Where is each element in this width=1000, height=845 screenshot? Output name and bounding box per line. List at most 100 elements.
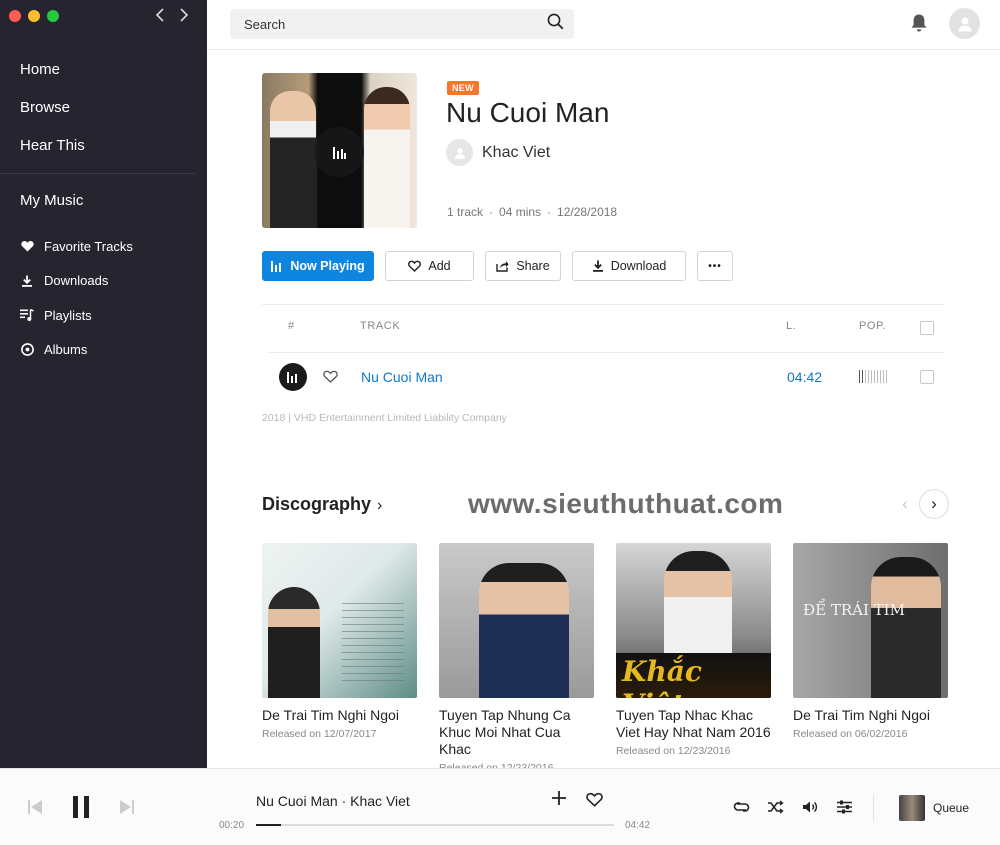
forward-arrow-icon[interactable] [179, 6, 189, 27]
more-options-button[interactable]: ••• [697, 251, 733, 281]
artist-avatar[interactable] [446, 139, 473, 166]
release-date: 12/28/2018 [557, 205, 618, 219]
track-count: 1 track [447, 205, 484, 219]
playlist-icon [20, 308, 34, 322]
heart-icon [20, 239, 34, 253]
table-row[interactable]: Nu Cuoi Man 04:42 [262, 362, 944, 392]
add-button[interactable]: Add [385, 251, 474, 281]
track-length: 04:42 [787, 369, 823, 385]
sidebar-item-label: Albums [44, 342, 88, 358]
album-card[interactable]: Tuyen Tap Nhung Ca Khuc Moi Nhat Cua Kha… [439, 543, 594, 774]
main-nav: Home Browse Hear This [20, 60, 85, 174]
close-window-button[interactable] [9, 10, 21, 22]
discography-list: De Trai Tim Nghi Ngoi Released on 12/07/… [262, 543, 948, 774]
select-all-checkbox[interactable] [920, 321, 934, 335]
search-input[interactable] [244, 16, 547, 32]
art-tracklist [342, 603, 404, 683]
copyright-text: 2018 | VHD Entertainment Limited Liabili… [262, 412, 507, 424]
column-header-popularity[interactable]: POP. [859, 320, 886, 332]
watermark: www.sieuthuthuat.com [468, 488, 784, 519]
album-card-release: Released on 06/02/2016 [793, 728, 908, 740]
album-art[interactable] [262, 543, 417, 698]
player-divider [873, 795, 874, 821]
add-to-playlist-icon[interactable] [551, 790, 567, 811]
player-track-title[interactable]: Nu Cuoi Man · Khac Viet [256, 793, 410, 809]
artist-row[interactable]: Khac Viet [446, 139, 550, 166]
sidebar-divider [0, 173, 195, 174]
favorite-heart-icon[interactable] [586, 792, 603, 812]
album-card-title[interactable]: Tuyen Tap Nhac Khac Viet Hay Nhat Nam 20… [616, 707, 771, 741]
sidebar-item-label: Playlists [44, 307, 92, 323]
favorite-track-heart-icon[interactable] [323, 370, 338, 388]
progress-bar[interactable] [256, 824, 614, 826]
column-header-track[interactable]: TRACK [360, 320, 400, 332]
album-meta: 1 track · 04 mins · 12/28/2018 [447, 205, 618, 219]
album-card-title[interactable]: De Trai Tim Nghi Ngoi [793, 707, 948, 724]
nav-item-hear-this[interactable]: Hear This [20, 136, 85, 174]
notification-bell-icon[interactable] [910, 13, 928, 38]
art-figure [664, 551, 732, 661]
album-art[interactable]: Khắc Việt [616, 543, 771, 698]
back-arrow-icon[interactable] [155, 6, 165, 27]
popularity-bar [859, 370, 887, 383]
album-card[interactable]: ĐỂ TRÁI TIM De Trai Tim Nghi Ngoi Releas… [793, 543, 948, 774]
sidebar-item-label: Favorite Tracks [44, 238, 133, 254]
chevron-right-icon: › [377, 497, 383, 514]
sidebar-item-label: Downloads [44, 273, 109, 289]
album-card-release: Released on 12/23/2016 [616, 745, 731, 757]
shuffle-icon[interactable] [767, 800, 784, 819]
queue-thumbnail[interactable] [899, 795, 925, 821]
nav-item-browse[interactable]: Browse [20, 98, 85, 136]
user-icon [454, 147, 465, 159]
album-cover[interactable] [262, 73, 417, 228]
user-icon [958, 16, 971, 31]
search-icon[interactable] [547, 13, 564, 35]
track-select-checkbox[interactable] [920, 370, 934, 384]
track-duration: 04:42 [625, 820, 651, 831]
track-title[interactable]: Nu Cuoi Man [361, 369, 443, 385]
sidebar-item-playlists[interactable]: Playlists [20, 298, 133, 333]
album-card[interactable]: Khắc Việt Tuyen Tap Nhac Khac Viet Hay N… [616, 543, 771, 774]
next-track-icon[interactable] [119, 799, 135, 820]
discography-heading[interactable]: Discography › [262, 494, 382, 515]
album-title: Nu Cuoi Man [446, 97, 610, 128]
carousel-next-button[interactable]: › [919, 489, 949, 519]
album-card-title[interactable]: Tuyen Tap Nhung Ca Khuc Moi Nhat Cua Kha… [439, 707, 594, 758]
equalizer-icon [333, 147, 346, 159]
album-card-title[interactable]: De Trai Tim Nghi Ngoi [262, 707, 417, 724]
now-playing-overlay[interactable] [314, 127, 364, 177]
new-badge: NEW [447, 81, 479, 95]
album-art[interactable]: ĐỂ TRÁI TIM [793, 543, 948, 698]
volume-icon[interactable] [802, 800, 819, 819]
album-art[interactable] [439, 543, 594, 698]
column-header-length[interactable]: L. [786, 320, 796, 332]
user-avatar[interactable] [949, 8, 980, 39]
sidebar: Home Browse Hear This My Music Favorite … [0, 0, 207, 768]
popularity-fill [859, 370, 864, 383]
album-card[interactable]: De Trai Tim Nghi Ngoi Released on 12/07/… [262, 543, 417, 774]
sidebar-item-favorite-tracks[interactable]: Favorite Tracks [20, 229, 133, 264]
carousel-prev-button[interactable]: ‹ [890, 489, 920, 519]
my-music-nav: Favorite Tracks Downloads Playlists Albu… [20, 229, 133, 367]
previous-track-icon[interactable] [27, 799, 43, 820]
equalizer-settings-icon[interactable] [836, 800, 853, 819]
nav-item-home[interactable]: Home [20, 60, 85, 98]
playing-indicator-icon[interactable] [279, 363, 307, 391]
pause-icon[interactable] [72, 796, 90, 823]
search-bar[interactable] [230, 9, 574, 39]
queue-button[interactable]: Queue [933, 801, 969, 815]
album-actions: Now Playing Add Share Download ••• [262, 251, 733, 281]
repeat-icon[interactable] [733, 800, 750, 819]
my-music-heading[interactable]: My Music [20, 192, 83, 209]
history-nav [155, 6, 189, 27]
maximize-window-button[interactable] [47, 10, 59, 22]
sidebar-item-downloads[interactable]: Downloads [20, 264, 133, 299]
cover-figure-left [270, 91, 316, 228]
share-button[interactable]: Share [485, 251, 561, 281]
download-button[interactable]: Download [572, 251, 686, 281]
minimize-window-button[interactable] [28, 10, 40, 22]
artist-name[interactable]: Khac Viet [482, 144, 550, 162]
sidebar-item-albums[interactable]: Albums [20, 333, 133, 368]
carousel-controls: ‹ › [890, 489, 949, 519]
now-playing-button[interactable]: Now Playing [262, 251, 374, 281]
